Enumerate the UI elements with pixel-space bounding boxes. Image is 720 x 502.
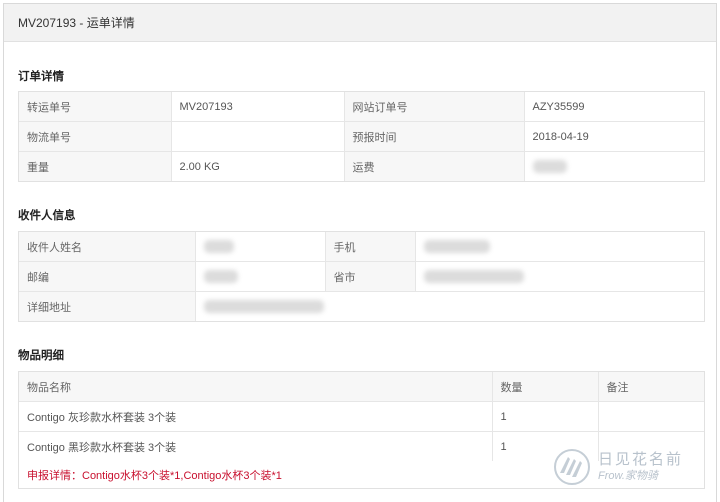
transit-no-value: MV207193 bbox=[171, 92, 345, 122]
table-row: 邮编 省市 bbox=[19, 261, 704, 292]
table-row: 收件人姓名 手机 bbox=[19, 232, 704, 262]
watermark-text: 日见花名前 bbox=[598, 450, 684, 468]
modal-header: MV207193 - 运单详情 bbox=[4, 4, 716, 42]
shipping-fee-value bbox=[524, 152, 704, 182]
watermark: 日见花名前 Frow.家物骑 bbox=[552, 442, 712, 492]
redacted-block bbox=[203, 270, 238, 283]
modal-title: MV207193 - 运单详情 bbox=[18, 16, 135, 30]
province-city-label: 省市 bbox=[325, 261, 416, 292]
recipient-name-value bbox=[195, 232, 326, 262]
order-details-table: 转运单号 MV207193 网站订单号 AZY35599 物流单号 预报时间 2… bbox=[18, 91, 705, 182]
shipping-fee-label: 运费 bbox=[344, 151, 525, 181]
transit-no-label: 转运单号 bbox=[19, 92, 172, 122]
address-label: 详细地址 bbox=[19, 291, 196, 321]
redacted-block bbox=[423, 270, 524, 283]
column-header-note: 备注 bbox=[598, 372, 704, 402]
address-value bbox=[195, 292, 704, 322]
forecast-time-label: 预报时间 bbox=[344, 121, 525, 152]
column-header-item-name: 物品名称 bbox=[19, 372, 493, 402]
recipient-table: 收件人姓名 手机 邮编 省市 详细地址 bbox=[18, 231, 705, 322]
tracking-no-value bbox=[171, 121, 345, 152]
phone-value bbox=[415, 232, 704, 262]
table-row: 转运单号 MV207193 网站订单号 AZY35599 bbox=[19, 92, 704, 122]
item-name: Contigo 黑珍款水杯套装 3个装 bbox=[19, 431, 493, 461]
site-order-no-value: AZY35599 bbox=[524, 92, 704, 122]
table-row: 物流单号 预报时间 2018-04-19 bbox=[19, 121, 704, 152]
tracking-no-label: 物流单号 bbox=[19, 121, 172, 152]
waybill-detail-modal: MV207193 - 运单详情 订单详情 转运单号 MV207193 网站订单号… bbox=[3, 3, 717, 502]
recipient-heading: 收件人信息 bbox=[18, 210, 76, 222]
recipient-name-label: 收件人姓名 bbox=[19, 232, 196, 262]
site-order-no-label: 网站订单号 bbox=[344, 92, 525, 122]
column-header-quantity: 数量 bbox=[492, 372, 599, 402]
weight-label: 重量 bbox=[19, 151, 172, 181]
redacted-block bbox=[203, 240, 234, 253]
table-row: 重量 2.00 KG 运费 bbox=[19, 151, 704, 182]
redacted-block bbox=[423, 240, 490, 253]
province-city-value bbox=[415, 261, 704, 292]
order-details-heading: 订单详情 bbox=[18, 71, 64, 83]
item-note bbox=[598, 401, 704, 432]
postcode-value bbox=[195, 261, 326, 292]
postcode-label: 邮编 bbox=[19, 261, 196, 292]
items-heading: 物品明细 bbox=[18, 350, 64, 362]
declaration-text: 申报详情：Contigo水杯3个装*1,Contigo水杯3个装*1 bbox=[27, 469, 282, 482]
item-qty: 1 bbox=[492, 401, 599, 432]
redacted-block bbox=[532, 160, 567, 173]
item-name: Contigo 灰珍款水杯套装 3个装 bbox=[19, 401, 493, 432]
table-header-row: 物品名称 数量 备注 bbox=[19, 372, 704, 402]
wings-logo-icon bbox=[554, 449, 590, 485]
phone-label: 手机 bbox=[325, 232, 416, 262]
table-row: Contigo 灰珍款水杯套装 3个装 1 bbox=[19, 401, 704, 432]
watermark-subtext: Frow.家物骑 bbox=[598, 469, 658, 482]
weight-value: 2.00 KG bbox=[171, 151, 345, 181]
redacted-block bbox=[203, 300, 324, 313]
forecast-time-value: 2018-04-19 bbox=[524, 121, 704, 152]
table-row: 详细地址 bbox=[19, 291, 704, 322]
